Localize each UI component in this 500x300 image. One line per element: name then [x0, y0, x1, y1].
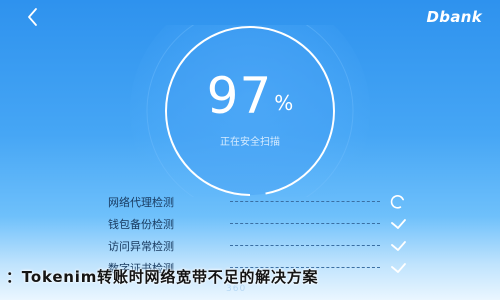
- caption-text: ：Tokenim转账时网络宽带不足的解决方案: [6, 268, 319, 286]
- scan-status-text: 正在安全扫描: [220, 137, 280, 148]
- dotted-leader: [230, 201, 380, 202]
- check-label: 网络代理检测: [108, 196, 174, 209]
- check-icon: [391, 219, 406, 229]
- dotted-leader: [230, 223, 380, 224]
- spinner-icon: [390, 195, 404, 209]
- chevron-left-icon[interactable]: [22, 6, 44, 28]
- percent-readout: 97%: [123, 67, 377, 125]
- caption-overlay: ：Tokenim转账时网络宽带不足的解决方案: [0, 264, 500, 290]
- check-item: 网络代理检测: [108, 192, 408, 214]
- check-label: 访问异常检测: [108, 240, 174, 253]
- check-item: 钱包备份检测: [108, 214, 408, 236]
- percent-value: 97: [206, 67, 273, 125]
- brand-logo: Dbank: [426, 8, 482, 26]
- dotted-leader: [230, 245, 380, 246]
- check-icon: [391, 241, 406, 251]
- percent-sign: %: [274, 91, 294, 115]
- scan-gauge: 97% 正在安全扫描: [123, 25, 377, 197]
- check-item: 访问异常检测: [108, 236, 408, 258]
- check-label: 钱包备份检测: [108, 218, 174, 231]
